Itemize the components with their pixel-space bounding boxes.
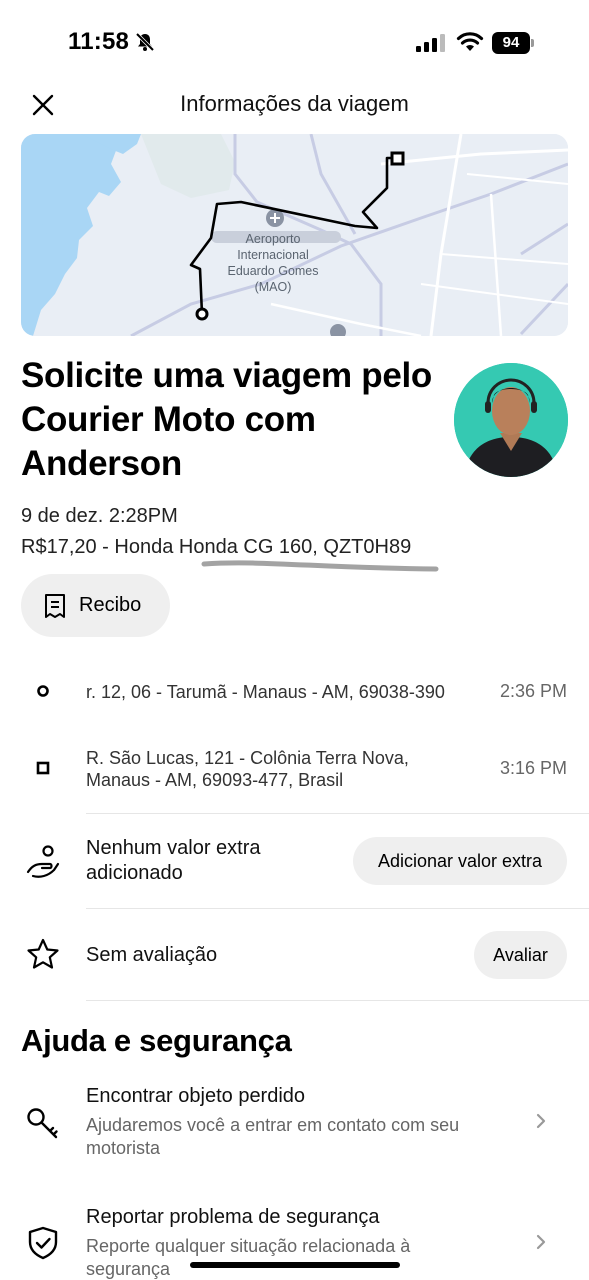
pickup-stop: r. 12, 06 - Tarumã - Manaus - AM, 69038-… — [0, 672, 589, 712]
battery-tip — [531, 39, 534, 47]
receipt-label: Recibo — [79, 594, 142, 616]
hand-coin-icon — [26, 845, 60, 878]
star-icon — [27, 938, 59, 969]
status-bar: 11:58 94 — [0, 0, 589, 80]
status-time: 11:58 — [68, 28, 130, 55]
trip-date: 9 de dez. 2:28PM — [21, 505, 178, 527]
header: Informações da viagem — [0, 80, 589, 130]
receipt-button[interactable]: Recibo — [21, 574, 170, 637]
page-title: Informações da viagem — [180, 91, 409, 116]
driver-avatar — [454, 363, 568, 477]
shield-check-icon — [28, 1226, 58, 1260]
safety-report-title: Reportar problema de segurança — [86, 1206, 380, 1228]
pickup-time: 2:36 PM — [499, 681, 567, 701]
dropoff-address: R. São Lucas, 121 - Colônia Terra Nova, … — [86, 748, 409, 790]
dropoff-square-icon — [36, 761, 50, 775]
driver-photo — [454, 363, 568, 477]
dropoff-time: 3:16 PM — [499, 758, 567, 778]
battery-indicator: 94 — [492, 32, 536, 54]
trip-title: Solicite uma viagem pelo Courier Moto co… — [21, 356, 432, 483]
bell-slash-icon — [135, 32, 155, 52]
receipt-icon — [45, 593, 65, 618]
key-icon — [27, 1108, 58, 1139]
pickup-address: r. 12, 06 - Tarumã - Manaus - AM, 69038-… — [86, 682, 445, 702]
wifi-icon — [456, 32, 484, 51]
rate-button[interactable]: Avaliar — [474, 931, 567, 979]
divider — [86, 908, 589, 909]
battery-level: 94 — [492, 32, 530, 54]
rating-status-text: Sem avaliação — [86, 944, 218, 966]
dropoff-stop: R. São Lucas, 121 - Colônia Terra Nova, … — [0, 745, 589, 795]
chevron-right-icon — [536, 1234, 546, 1250]
pickup-circle-icon — [37, 685, 49, 697]
home-indicator[interactable] — [190, 1262, 400, 1268]
cellular-signal-icon — [416, 34, 445, 52]
divider — [86, 813, 589, 814]
trip-map[interactable]: Aeroporto Internacional Eduardo Gomes (M… — [21, 134, 568, 336]
lost-item-subtitle: Ajudaremos você a entrar em contato com … — [86, 1115, 460, 1158]
lost-item-row[interactable]: Encontrar objeto perdido Ajudaremos você… — [0, 1080, 589, 1170]
safety-report-subtitle: Reporte qualquer situação relacionada à … — [86, 1236, 411, 1279]
map-airport-label: Aeroporto Internacional Eduardo Gomes (M… — [227, 232, 319, 294]
safety-report-row[interactable]: Reportar problema de segurança Reporte q… — [0, 1200, 589, 1280]
divider — [86, 1000, 589, 1001]
help-section-title: Ajuda e segurança — [21, 1023, 292, 1058]
add-extra-value-button[interactable]: Adicionar valor extra — [353, 837, 567, 885]
scribble-mark — [201, 560, 439, 572]
tip-status-text: Nenhum valor extra adicionado — [86, 837, 261, 884]
lost-item-title: Encontrar objeto perdido — [86, 1085, 306, 1107]
chevron-right-icon — [536, 1113, 546, 1129]
